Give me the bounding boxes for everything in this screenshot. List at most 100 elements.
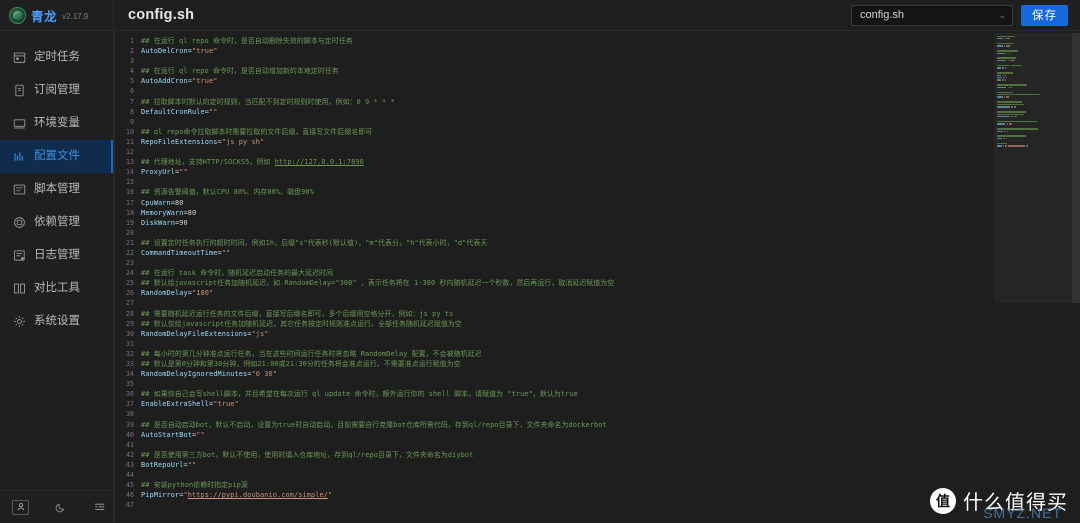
code-line[interactable]: 27 (115, 298, 994, 308)
user-avatar-icon[interactable] (12, 499, 29, 515)
line-content: RandomDelayFileExtensions="js" (141, 329, 269, 338)
code-line[interactable]: 8 DefaultCronRule="" (115, 107, 994, 117)
line-content: CpuWarn=80 (141, 198, 184, 207)
line-content: RepoFileExtensions="js py sh" (141, 137, 265, 146)
moon-dark-mode-icon[interactable] (51, 499, 69, 515)
code-line[interactable]: 9 (115, 117, 994, 127)
line-content: AutoAddCron="true" (141, 77, 218, 86)
code-line[interactable]: 7 ## 拉取脚本时默认的定时规则，当匹配不到定时规则时使用，例如：0 9 * *… (115, 97, 994, 107)
line-number: 10 (126, 127, 134, 136)
sidebar-item-6[interactable]: 依赖管理 (0, 206, 113, 239)
code-line[interactable]: 14 ProxyUrl="" (115, 167, 994, 177)
line-number: 25 (126, 279, 134, 288)
line-number: 40 (126, 430, 134, 439)
line-number: 42 (126, 450, 134, 459)
line-content: RandomDelay="180" (141, 289, 214, 298)
code-line[interactable]: 45 ## 安装python依赖时指定pip源 (115, 480, 994, 490)
line-number: 13 (126, 158, 134, 167)
code-line[interactable]: 13 ## 代理地址，支持HTTP/SOCKS5，例如 http://127.0.… (115, 157, 994, 167)
code-line[interactable]: 33 ## 默认是第0分钟和第30分钟，例如21:00或21:30分的任务将会准点… (115, 359, 994, 369)
code-line[interactable]: 23 (115, 258, 994, 268)
sidebar-item-1[interactable]: 定时任务 (0, 41, 113, 74)
sidebar-item-5[interactable]: 脚本管理 (0, 173, 113, 206)
code-line[interactable]: 43 BotRepoUrl="" (115, 460, 994, 470)
code-line[interactable]: 25 ## 默认给javascript任务加随机延迟，如 RandomDelay=… (115, 278, 994, 288)
code-line[interactable]: 1 ## 在运行 ql repo 命令时，是否自动删除失效的脚本与定时任务 (115, 36, 994, 46)
code-line[interactable]: 47 (115, 500, 994, 510)
code-line[interactable]: 31 (115, 339, 994, 349)
line-number: 3 (130, 57, 134, 66)
sidebar-item-9[interactable]: 系统设置 (0, 305, 113, 338)
code-line[interactable]: 16 ## 资源告警阈值，默认CPU 80%、内存80%、磁盘90% (115, 187, 994, 197)
line-content: ## 资源告警阈值，默认CPU 80%、内存80%、磁盘90% (141, 188, 314, 197)
line-number: 4 (130, 67, 134, 76)
code-editor[interactable]: 1 ## 在运行 ql repo 命令时，是否自动删除失效的脚本与定时任务 2 Aut… (114, 31, 1080, 523)
code-lines[interactable]: 1 ## 在运行 ql repo 命令时，是否自动删除失效的脚本与定时任务 2 Aut… (115, 31, 994, 523)
sidebar-item-2[interactable]: 订阅管理 (0, 74, 113, 107)
code-line[interactable]: 28 ## 需要随机延迟运行任务的文件后缀，直接写后缀名即可，多个后缀用空格分开，… (115, 309, 994, 319)
code-line[interactable]: 44 (115, 470, 994, 480)
code-line[interactable]: 22 CommandTimeoutTime="" (115, 248, 994, 258)
code-line[interactable]: 37 EnableExtraShell="true" (115, 399, 994, 409)
line-content: ## 是否使用第三方bot，默认不使用，使用时填入仓库地址，存到ql/repo目… (141, 450, 474, 459)
line-number: 43 (126, 460, 134, 469)
sidebar-item-4[interactable]: 配置文件 (0, 140, 113, 173)
code-line[interactable]: 40 AutoStartBot="" (115, 430, 994, 440)
main-area: config.sh config.sh ⌄ 保存 1 ## 在运行 ql repo… (114, 0, 1080, 523)
code-line[interactable]: 10 ## ql repo命令拉取脚本时需要拉取的文件后缀，直接写文件后缀名即可 (115, 127, 994, 137)
line-number: 24 (126, 269, 134, 278)
code-line[interactable]: 19 DiskWarn=90 (115, 218, 994, 228)
code-line[interactable]: 39 ## 是否自动启动bot，默认不启动，设置为true时自动启动，目前需要自行… (115, 420, 994, 430)
sidebar-item-7[interactable]: 日志管理 (0, 239, 113, 272)
line-content: EnableExtraShell="true" (141, 400, 239, 409)
code-line[interactable]: 26 RandomDelay="180" (115, 288, 994, 298)
menu-collapse-icon[interactable] (91, 499, 109, 515)
line-number: 30 (126, 329, 134, 338)
save-button[interactable]: 保存 (1021, 4, 1068, 26)
chevron-down-icon: ⌄ (998, 9, 1006, 20)
code-line[interactable]: 4 ## 在运行 ql repo 命令时，是否自动增加新的本地定时任务 (115, 66, 994, 76)
line-number: 41 (126, 440, 134, 449)
minimap-scrollbar-slider[interactable] (1072, 33, 1080, 303)
code-line[interactable]: 3 (115, 56, 994, 66)
code-line[interactable]: 5 AutoAddCron="true" (115, 76, 994, 86)
code-line[interactable]: 15 (115, 177, 994, 187)
code-line[interactable]: 30 RandomDelayFileExtensions="js" (115, 329, 994, 339)
code-line[interactable]: 12 (115, 147, 994, 157)
line-content: ## 是否自动启动bot，默认不启动，设置为true时自动启动，目前需要自行克隆… (141, 420, 607, 429)
code-line[interactable]: 36 ## 如果你自己会写shell脚本，并且希望在每次运行 ql update … (115, 389, 994, 399)
code-line[interactable]: 20 (115, 228, 994, 238)
line-content: ## 代理地址，支持HTTP/SOCKS5，例如 http://127.0.0.… (141, 158, 364, 167)
code-line[interactable]: 18 MemoryWarn=80 (115, 208, 994, 218)
code-line[interactable]: 21 ## 设置定时任务执行的超时时间，例如1h，后缀"s"代表秒(默认值)，"m… (115, 238, 994, 248)
line-number: 32 (126, 349, 134, 358)
code-line[interactable]: 34 RandomDelayIgnoredMinutes="0 30" (115, 369, 994, 379)
code-line[interactable]: 38 (115, 409, 994, 419)
code-line[interactable]: 2 AutoDelCron="true" (115, 46, 994, 56)
sidebar-item-8[interactable]: 对比工具 (0, 272, 113, 305)
line-content: ## 拉取脚本时默认的定时规则，当匹配不到定时规则时使用，例如：0 9 * * … (141, 97, 395, 106)
code-line[interactable]: 29 ## 默认仅给javascript任务加随机延迟，其它任务按定时规则准点运行… (115, 319, 994, 329)
line-content: ## 在运行 ql repo 命令时，是否自动删除失效的脚本与定时任务 (141, 37, 353, 45)
line-content: AutoStartBot="" (141, 430, 205, 439)
code-line[interactable]: 42 ## 是否使用第三方bot，默认不使用，使用时填入仓库地址，存到ql/rep… (115, 450, 994, 460)
file-select[interactable]: config.sh ⌄ (851, 4, 1013, 26)
editor-minimap[interactable] (994, 31, 1080, 523)
code-line[interactable]: 6 (115, 86, 994, 96)
line-number: 12 (126, 148, 134, 157)
calendar-task-icon (13, 51, 26, 64)
script-manage-icon (13, 183, 26, 196)
line-number: 17 (126, 198, 134, 207)
code-line[interactable]: 41 (115, 440, 994, 450)
code-line[interactable]: 46 PipMirror="https://pypi.doubanio.com/s… (115, 490, 994, 500)
watermark-subtext: SMYZ.NET (983, 505, 1062, 521)
brand[interactable]: 青龙 v2.17.9 (0, 0, 113, 31)
code-line[interactable]: 24 ## 在运行 task 命令时，随机延迟启动任务的最大延迟时间 (115, 268, 994, 278)
code-line[interactable]: 32 ## 每小时的第几分钟准点运行任务，当在这些时间运行任务时将忽略 Rando… (115, 349, 994, 359)
page-title: config.sh (128, 7, 195, 23)
code-line[interactable]: 35 (115, 379, 994, 389)
code-line[interactable]: 17 CpuWarn=80 (115, 198, 994, 208)
code-line[interactable]: 11 RepoFileExtensions="js py sh" (115, 137, 994, 147)
sidebar-item-label: 日志管理 (34, 248, 80, 261)
sidebar-item-3[interactable]: 环境变量 (0, 107, 113, 140)
